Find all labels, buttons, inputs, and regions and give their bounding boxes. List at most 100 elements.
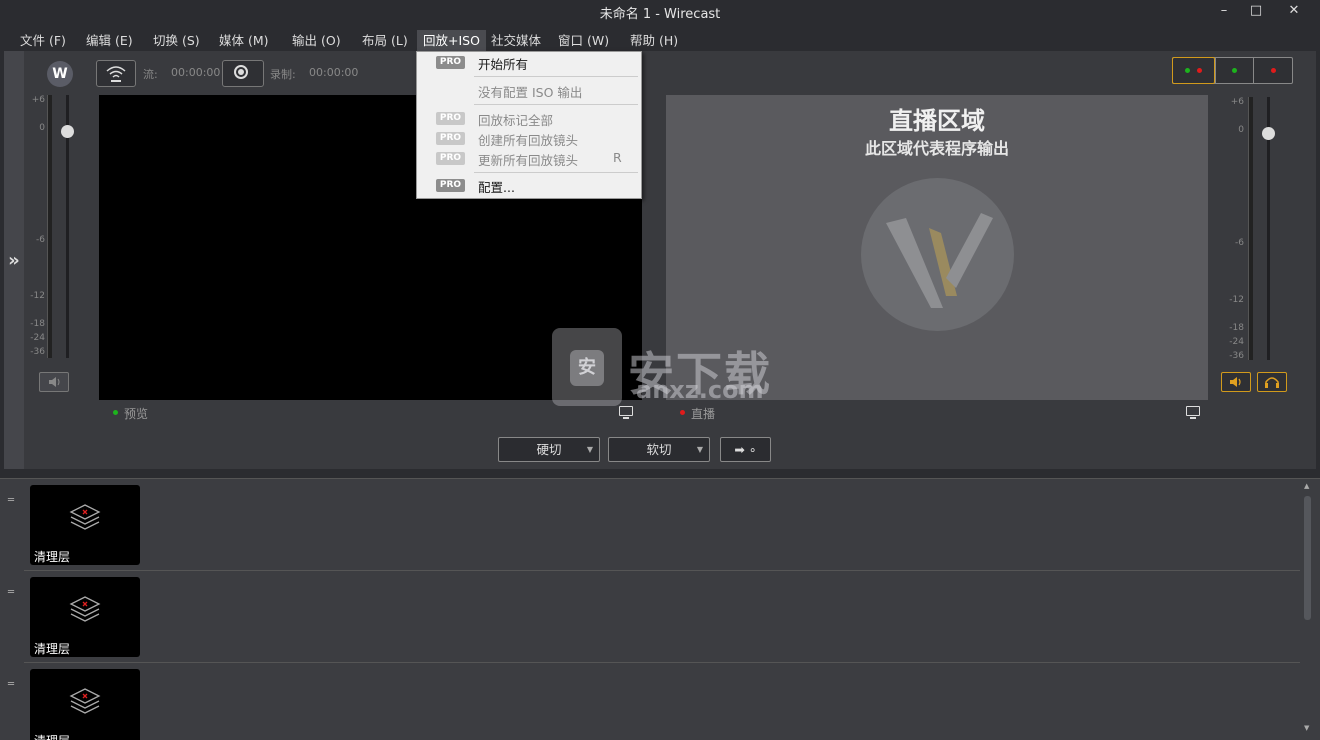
headphones-icon — [1265, 377, 1279, 388]
pro-badge: PRO — [436, 132, 465, 145]
menu-switch[interactable]: 切换 (S) — [147, 30, 206, 51]
menu-item-shortcut: R — [613, 150, 622, 165]
drag-handle-icon[interactable]: ‗ — [8, 672, 20, 684]
meter-tick: -12 — [30, 291, 45, 301]
speaker-button[interactable] — [1221, 372, 1251, 392]
shot-thumbnail[interactable]: 清理层 — [30, 485, 140, 565]
shot-list-scrollbar[interactable] — [1304, 496, 1311, 620]
meter-tick: -6 — [1235, 238, 1244, 248]
cut-transition-button[interactable]: 硬切 ▼ — [498, 437, 600, 462]
layers-icon — [69, 688, 101, 714]
volume-slider-left-knob[interactable] — [61, 125, 74, 138]
close-button[interactable]: ✕ — [1278, 0, 1310, 22]
menu-output[interactable]: 输出 (O) — [286, 30, 347, 51]
headphones-button[interactable] — [1257, 372, 1287, 392]
menu-media[interactable]: 媒体 (M) — [213, 30, 275, 51]
menu-item-mark-all: 回放标记全部 — [478, 113, 554, 128]
watermark-glyph: 安 — [570, 350, 604, 386]
pro-badge: PRO — [436, 112, 465, 125]
live-label: 直播 — [691, 407, 716, 421]
chevron-right-icon[interactable]: » — [4, 250, 24, 271]
meter-tick: +6 — [31, 95, 45, 105]
menu-item-start-all[interactable]: 开始所有 — [478, 54, 528, 73]
scroll-down-icon[interactable]: ▼ — [1304, 724, 1312, 732]
wirecast-logo-icon — [886, 213, 993, 308]
maximize-button[interactable]: □ — [1240, 0, 1272, 22]
meter-tick: 0 — [1238, 125, 1244, 135]
status-light-both[interactable] — [1172, 57, 1215, 84]
menu-edit[interactable]: 编辑 (E) — [80, 30, 139, 51]
layers-icon — [69, 596, 101, 622]
menu-layout[interactable]: 布局 (L) — [356, 30, 414, 51]
menu-window[interactable]: 窗口 (W) — [552, 30, 615, 51]
mute-button-left[interactable] — [39, 372, 69, 392]
wifi-icon — [106, 66, 126, 82]
shot-label: 清理层 — [34, 732, 70, 740]
shot-thumbnail[interactable]: 清理层 — [30, 669, 140, 740]
watermark-shield-icon: 安 — [552, 328, 622, 406]
pro-badge: PRO — [436, 179, 465, 192]
green-light-icon — [1232, 68, 1237, 73]
layers-icon — [69, 504, 101, 530]
monitor-icon[interactable] — [1186, 406, 1200, 416]
menu-separator — [474, 76, 638, 77]
volume-slider-right-knob[interactable] — [1262, 127, 1275, 140]
pro-badge: PRO — [436, 56, 465, 69]
shot-thumbnail[interactable]: 清理层 — [30, 577, 140, 657]
chevron-down-icon: ▼ — [696, 445, 703, 454]
minimize-button[interactable]: – — [1208, 0, 1240, 22]
go-button[interactable]: ➡ ∘ — [720, 437, 771, 462]
chevron-down-icon: ▼ — [586, 445, 593, 454]
record-icon-center — [238, 69, 244, 75]
menu-item-update-replay: 更新所有回放镜头 — [478, 153, 579, 168]
monitor-icon[interactable] — [619, 406, 633, 416]
row-divider — [24, 570, 1300, 571]
live-area-title: 直播区域 — [889, 107, 985, 135]
speaker-icon — [1230, 377, 1241, 387]
pro-badge: PRO — [436, 152, 465, 165]
menu-help[interactable]: 帮助 (H) — [624, 30, 684, 51]
live-area-subtitle: 此区域代表程序输出 — [864, 139, 1009, 158]
drag-handle-icon[interactable]: ‗ — [8, 488, 20, 500]
meter-tick: +6 — [1230, 97, 1244, 107]
meter-tick: -6 — [36, 235, 45, 245]
record-label: 录制: — [270, 68, 296, 81]
speaker-icon — [49, 377, 60, 387]
menu-separator — [474, 172, 638, 173]
meter-tick: -36 — [30, 347, 45, 357]
meter-tick: 0 — [39, 123, 45, 133]
shot-list — [0, 478, 1320, 740]
scroll-up-icon[interactable]: ▲ — [1304, 482, 1312, 490]
window-title: 未命名 1 - Wirecast — [599, 7, 721, 22]
audio-meter-right — [1248, 97, 1253, 360]
menu-item-no-iso-config: 没有配置 ISO 输出 — [478, 85, 583, 100]
meter-tick: -24 — [1229, 337, 1244, 347]
menu-file[interactable]: 文件 (F) — [14, 30, 72, 51]
stream-button[interactable] — [96, 60, 136, 87]
shot-label: 清理层 — [34, 550, 71, 564]
record-time: 00:00:00 — [309, 66, 359, 79]
drag-handle-icon[interactable]: ‗ — [8, 580, 20, 592]
live-status-dot — [680, 410, 685, 415]
meter-tick: -36 — [1229, 351, 1244, 361]
go-arrow-icon: ➡ ∘ — [734, 442, 757, 457]
shot-label: 清理层 — [34, 642, 71, 656]
wirecast-logo-icon: W — [47, 61, 73, 87]
red-light-icon — [1197, 68, 1202, 73]
menu-item-configure[interactable]: 配置... — [478, 177, 515, 196]
audio-meter-left — [47, 95, 52, 358]
smooth-label: 软切 — [646, 442, 672, 457]
menu-item-create-replay: 创建所有回放镜头 — [478, 133, 579, 148]
menu-separator — [474, 104, 638, 105]
meter-tick: -18 — [1229, 323, 1244, 333]
meter-tick: -12 — [1229, 295, 1244, 305]
preview-status-dot — [113, 410, 118, 415]
smooth-transition-button[interactable]: 软切 ▼ — [608, 437, 710, 462]
menu-replay-iso[interactable]: 回放+ISO — [417, 30, 486, 51]
preview-label: 预览 — [124, 407, 149, 421]
monitor-icon-stand — [1190, 417, 1196, 419]
monitor-icon-stand — [623, 417, 629, 419]
menu-social[interactable]: 社交媒体 — [485, 30, 547, 51]
cut-label: 硬切 — [536, 442, 562, 457]
stream-time: 00:00:00 — [171, 66, 221, 79]
